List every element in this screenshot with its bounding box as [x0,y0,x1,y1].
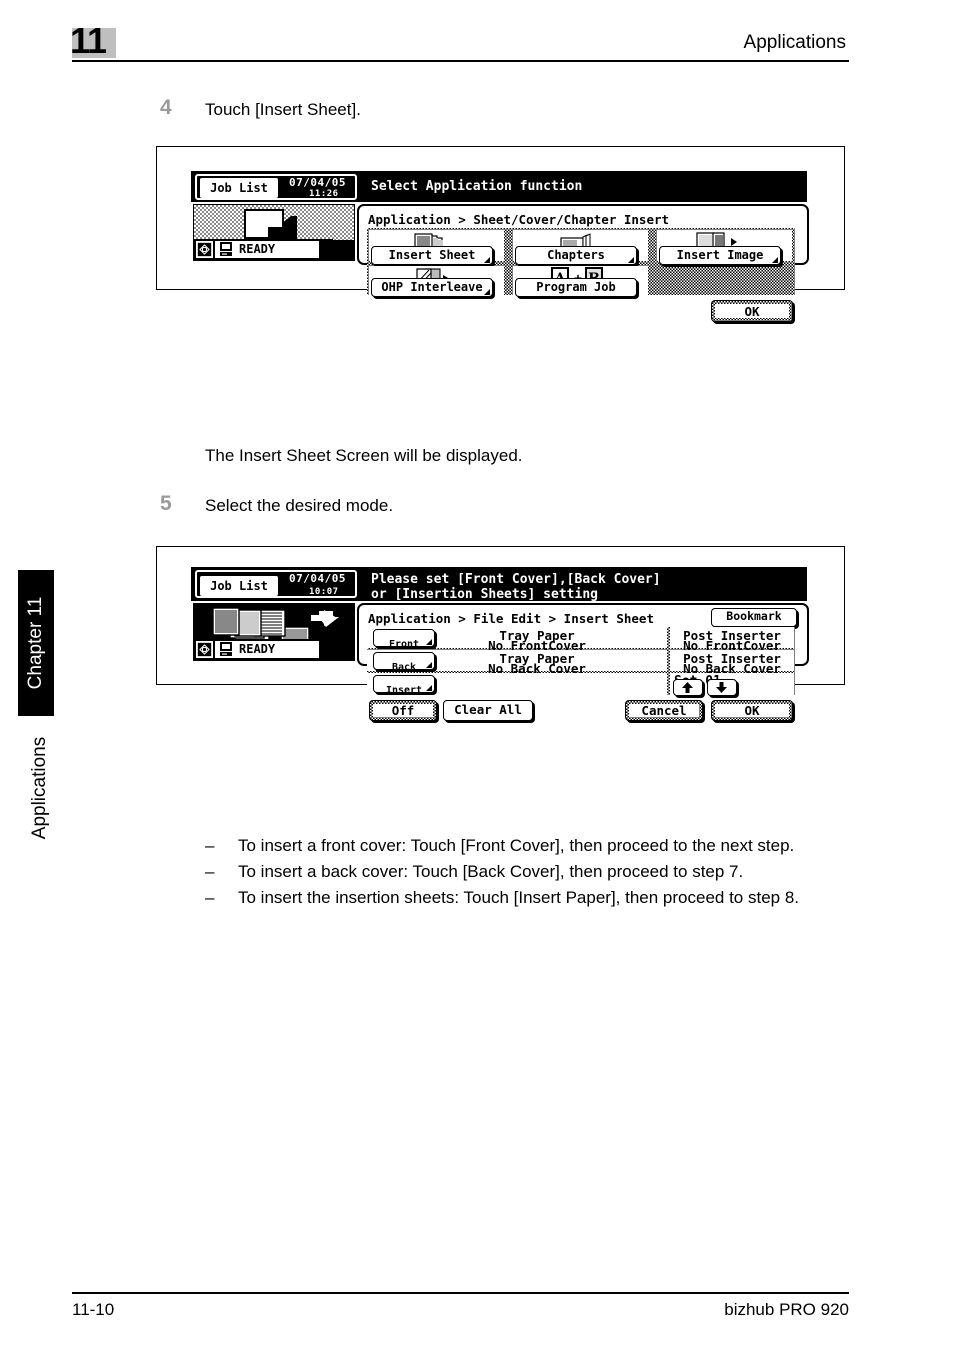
button-ok-2[interactable]: OK [711,700,793,721]
lcd1-breadcrumb: Application > Sheet/Cover/Chapter Insert [368,212,670,227]
lcd1-button-grid: Insert Sheet Chapters Insert Image A [367,228,795,297]
step-5-number: 5 [160,492,172,515]
lcd2-content-card: Application > File Edit > Insert Sheet B… [357,603,809,721]
button-ok-2-label: OK [744,703,760,718]
rotate-icon-2 [196,641,213,658]
lcd2-ready-bar: READY [193,639,333,661]
step-4-number: 4 [160,96,172,119]
button-program-job[interactable]: Program Job [515,278,637,297]
bullet-list: – To insert a front cover: Touch [Front … [205,833,855,911]
printer-icon-2 [220,642,232,656]
lcd2-preview-pane: READY [193,603,355,661]
lcd2-time: 10:07 [309,587,339,597]
footer-rule [72,1292,849,1294]
chapter-number: 11 [70,20,107,61]
lcd2-status-strip: Job List 07/04/05 10:07 Please set [Fron… [191,567,807,602]
button-cancel-label: Cancel [641,703,687,718]
bullet-text: To insert the insertion sheets: Touch [I… [238,888,800,907]
button-front-cover[interactable]: FrontCover [373,629,435,669]
header-rule [72,60,849,62]
job-list-button-2[interactable]: Job List [200,576,278,596]
lcd1-time: 11:26 [309,189,339,199]
lcd1-preview-pane: READY [193,204,355,261]
figure-insert-sheet-settings: Job List 07/04/05 10:07 Please set [Fron… [156,546,845,721]
button-clear-all[interactable]: Clear All [443,700,533,721]
button-chapters[interactable]: Chapters [515,246,637,265]
lcd1-status-text: READY [239,242,276,256]
figure1-caption-text: The Insert Sheet Screen will be displaye… [205,446,523,465]
bullet-dash: – [205,862,215,881]
step-4-text: Touch [Insert Sheet]. [205,100,361,119]
lcd1-content-card: Application > Sheet/Cover/Chapter Insert [357,204,809,322]
lcd2-message-line2: or [Insertion Sheets] setting [371,587,598,602]
lcd-panel-2: Job List 07/04/05 10:07 Please set [Fron… [191,567,809,721]
printer-icon [220,242,232,256]
header-title: Applications [743,32,846,53]
row-front-cover-right: Post Inserter No FrontCover [670,627,794,653]
lcd1-message: Select Application function [371,179,583,194]
chapter-side-tab-label: Chapter 11 [25,596,46,690]
button-insert-sheet[interactable]: Insert Sheet [371,246,493,265]
section-side-label: Applications [29,736,50,840]
lcd1-ready-bar: READY [193,239,333,261]
rotate-icon [196,241,213,258]
lcd2-date: 07/04/05 [289,572,346,585]
button-insert-image[interactable]: Insert Image [659,246,781,265]
footer-page-number: 11-10 [72,1300,115,1319]
button-bookmark[interactable]: Bookmark [711,608,797,627]
job-list-button[interactable]: Job List [200,178,278,198]
button-ok-1-label: OK [744,303,760,319]
scroll-up-button[interactable] [673,679,703,696]
lcd-panel-1: Job List 07/04/05 11:26 Select Applicati… [191,171,809,322]
lcd2-status-text: READY [239,642,276,656]
button-off[interactable]: Off [369,700,437,721]
button-back-cover[interactable]: BackCover [373,652,435,692]
list-item: – To insert a back cover: Touch [Back Co… [205,859,855,884]
list-item: – To insert a front cover: Touch [Front … [205,833,855,858]
step-5-text: Select the desired mode. [205,496,394,515]
lcd1-date: 07/04/05 [289,176,346,189]
button-ohp-interleave[interactable]: OHP Interleave [371,278,493,297]
list-item: – To insert the insertion sheets: Touch … [205,885,855,910]
button-cancel[interactable]: Cancel [625,700,703,721]
lcd2-breadcrumb: Application > File Edit > Insert Sheet [368,611,654,626]
scroll-down-button[interactable] [707,679,737,696]
bullet-text: To insert a front cover: Touch [Front Co… [238,836,795,855]
arrow-up-icon [682,682,693,693]
lcd1-status-strip: Job List 07/04/05 11:26 Select Applicati… [191,171,807,202]
button-off-label: Off [391,703,415,718]
chapter-side-tab: Chapter 11 [18,570,54,716]
bullet-dash: – [205,888,215,907]
button-insert-paper[interactable]: InsertPaper [373,675,435,715]
bullet-text: To insert a back cover: Touch [Back Cove… [238,862,744,881]
button-ok-1[interactable]: OK [711,300,793,322]
row-back-cover-right: Post Inserter No Back Cover [670,650,794,676]
arrow-down-icon [716,682,727,693]
figure-insert-sheet-selection: Job List 07/04/05 11:26 Select Applicati… [156,146,845,322]
footer-product-name: bizhub PRO 920 [724,1300,849,1319]
page-header: 11 Applications [0,0,954,70]
lcd2-settings-table: Tray Paper No FrontCover Post Inserter N… [367,627,795,715]
bullet-dash: – [205,836,215,855]
